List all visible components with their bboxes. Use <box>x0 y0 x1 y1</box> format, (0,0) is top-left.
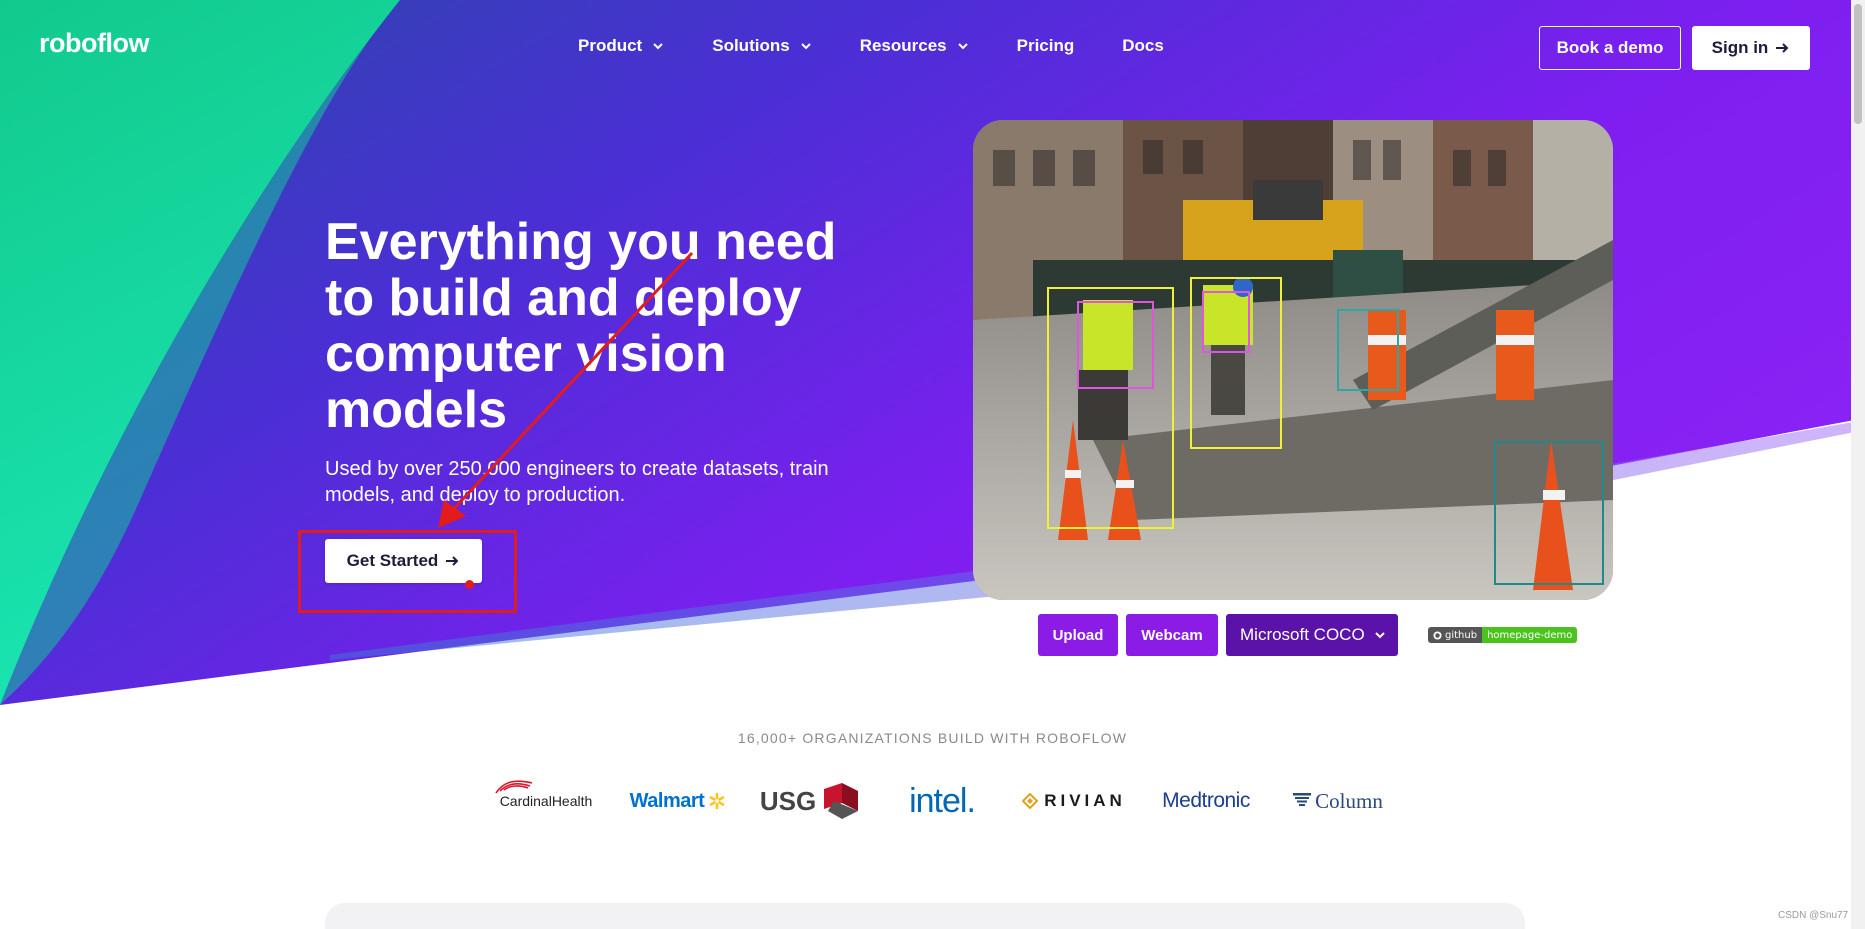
rivian-name: RIVIAN <box>1044 791 1126 810</box>
orgs-title: 16,000+ ORGANIZATIONS BUILD WITH ROBOFLO… <box>737 730 1128 746</box>
nav-item-label: Solutions <box>712 36 790 55</box>
cardinal-health-name: CardinalHealth <box>499 793 593 809</box>
rivian-logo: RIVIAN <box>1008 778 1140 824</box>
usg-name: USG <box>759 785 817 816</box>
nav-item-resources[interactable]: Resources <box>860 36 969 56</box>
demo-controls: Upload Webcam Microsoft COCO github home… <box>1038 614 1578 656</box>
github-badge-right: homepage-demo <box>1482 627 1578 643</box>
usg-cube-icon <box>824 783 859 819</box>
column-logo: Column <box>1272 778 1404 824</box>
chevron-down-icon <box>800 43 811 50</box>
webcam-button[interactable]: Webcam <box>1126 614 1218 656</box>
medtronic-name: Medtronic <box>1162 789 1250 812</box>
book-demo-button[interactable]: Book a demo <box>1539 26 1681 70</box>
nav-item-label: Pricing <box>1016 36 1075 55</box>
nav-menu: Product Solutions Resources Pricing Docs <box>578 36 1212 56</box>
nav-item-label: Docs <box>1122 36 1164 55</box>
column-name: Column <box>1315 788 1383 813</box>
watermark-text: CSDN @Snu77 <box>1778 910 1849 921</box>
intel-name: intel. <box>909 781 976 820</box>
hero-subline: Used by over 250,000 engineers to create… <box>325 458 829 506</box>
cardinal-bird-icon <box>495 780 532 794</box>
nav-item-label: Product <box>578 36 643 55</box>
nav-item-product[interactable]: Product <box>578 36 664 56</box>
roboflow-logo[interactable]: roboflow <box>39 28 149 59</box>
column-icon <box>1293 793 1312 806</box>
nav-item-pricing[interactable]: Pricing <box>1017 36 1075 56</box>
chevron-down-icon <box>1375 632 1385 639</box>
chevron-down-icon <box>957 43 968 50</box>
github-badge-left: github <box>1428 627 1483 643</box>
model-select[interactable]: Microsoft COCO <box>1226 614 1398 656</box>
nav-item-label: Resources <box>859 36 947 55</box>
hero-headline: Everything you need to build and deploy … <box>325 213 837 439</box>
arrow-right-icon <box>446 556 459 566</box>
usg-logo: USG <box>744 778 876 824</box>
walmart-logo: Walmart <box>612 778 744 824</box>
chevron-down-icon <box>653 43 663 50</box>
get-started-label: Get Started <box>346 551 439 570</box>
intel-logo: intel. <box>876 778 1008 824</box>
walmart-spark-icon <box>710 792 725 810</box>
rivian-diamond-icon <box>1022 793 1039 809</box>
annotation-cursor-dot <box>465 580 474 589</box>
scrollbar-thumb[interactable] <box>1854 4 1862 124</box>
github-badge-label: github <box>1445 629 1478 641</box>
customer-logos: CardinalHealth Walmart USG intel. RIVIAN… <box>480 778 1404 824</box>
get-started-button[interactable]: Get Started <box>325 539 482 583</box>
detection-demo-image <box>973 120 1613 600</box>
next-section-card <box>325 903 1525 929</box>
github-icon <box>1433 630 1442 640</box>
walmart-name: Walmart <box>629 789 705 812</box>
nav-item-docs[interactable]: Docs <box>1122 36 1164 56</box>
sign-in-label: Sign in <box>1711 38 1769 57</box>
page-scrollbar[interactable] <box>1851 0 1865 929</box>
upload-button[interactable]: Upload <box>1038 614 1118 656</box>
sign-in-button[interactable]: Sign in <box>1692 26 1810 70</box>
arrow-right-icon <box>1776 43 1789 53</box>
nav-item-solutions[interactable]: Solutions <box>712 36 811 56</box>
github-badge[interactable]: github homepage-demo <box>1428 627 1578 643</box>
model-select-value: Microsoft COCO <box>1240 625 1365 644</box>
cardinal-health-logo: CardinalHealth <box>480 778 612 824</box>
medtronic-logo: Medtronic <box>1140 778 1272 824</box>
top-nav: roboflow Product Solutions Resources Pri… <box>0 0 1865 96</box>
